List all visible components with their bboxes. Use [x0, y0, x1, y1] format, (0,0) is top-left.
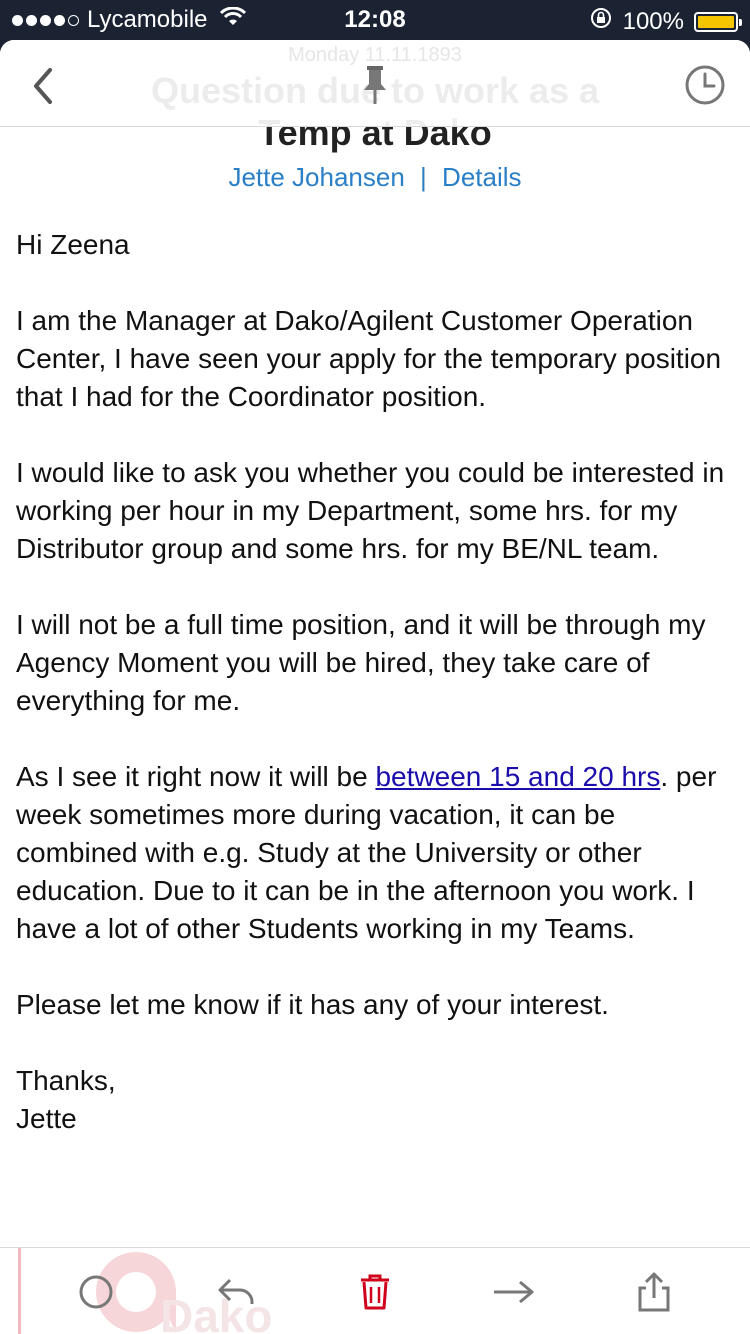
- email-sheet: Monday 11.11.1893 Question due to work a…: [0, 40, 750, 1334]
- closing: Thanks,: [16, 1065, 116, 1096]
- mark-button[interactable]: [74, 1270, 118, 1314]
- share-icon: [638, 1272, 670, 1312]
- status-bar: Lycamobile 12:08 100%: [0, 0, 750, 40]
- dako-watermark-logo: Dako: [18, 1248, 318, 1334]
- reply-button[interactable]: [214, 1270, 258, 1314]
- reply-icon: [218, 1278, 254, 1304]
- details-link[interactable]: Details: [442, 162, 521, 192]
- snooze-button[interactable]: [684, 64, 726, 106]
- forward-button[interactable]: [492, 1270, 536, 1314]
- delete-button[interactable]: [353, 1270, 397, 1314]
- sender-line: Jette Johansen | Details: [0, 162, 750, 193]
- bottom-toolbar: Dako: [0, 1247, 750, 1334]
- sender-name[interactable]: Jette Johansen: [228, 162, 404, 192]
- sender-separator: |: [420, 162, 427, 192]
- battery-percent: 100%: [622, 7, 684, 35]
- share-button[interactable]: [632, 1270, 676, 1314]
- pin-icon: [364, 66, 386, 104]
- back-button[interactable]: [30, 66, 60, 106]
- forward-icon: [494, 1280, 534, 1304]
- circle-icon: [79, 1275, 113, 1309]
- paragraph-4: As I see it right now it will be between…: [16, 758, 734, 948]
- pin-button[interactable]: [361, 64, 389, 106]
- hours-link[interactable]: between 15 and 20 hrs: [375, 761, 660, 792]
- paragraph-4-text-before: As I see it right now it will be: [16, 761, 376, 792]
- chevron-left-icon: [34, 68, 52, 104]
- battery-icon: [694, 11, 742, 32]
- signature: Jette: [16, 1103, 77, 1134]
- paragraph-5: Please let me know if it has any of your…: [16, 989, 609, 1020]
- trash-icon: [361, 1274, 389, 1310]
- status-right: 100%: [589, 6, 742, 37]
- paragraph-3: I will not be a full time position, and …: [16, 609, 706, 716]
- nav-bar: Monday 11.11.1893 Question due to work a…: [0, 40, 750, 127]
- greeting: Hi Zeena: [16, 229, 130, 260]
- paragraph-2: I would like to ask you whether you coul…: [16, 457, 725, 564]
- email-body: Hi Zeena I am the Manager at Dako/Agilen…: [16, 226, 734, 1138]
- rotation-lock-icon: [589, 6, 613, 37]
- clock-icon: [685, 65, 725, 105]
- paragraph-1: I am the Manager at Dako/Agilent Custome…: [16, 305, 722, 412]
